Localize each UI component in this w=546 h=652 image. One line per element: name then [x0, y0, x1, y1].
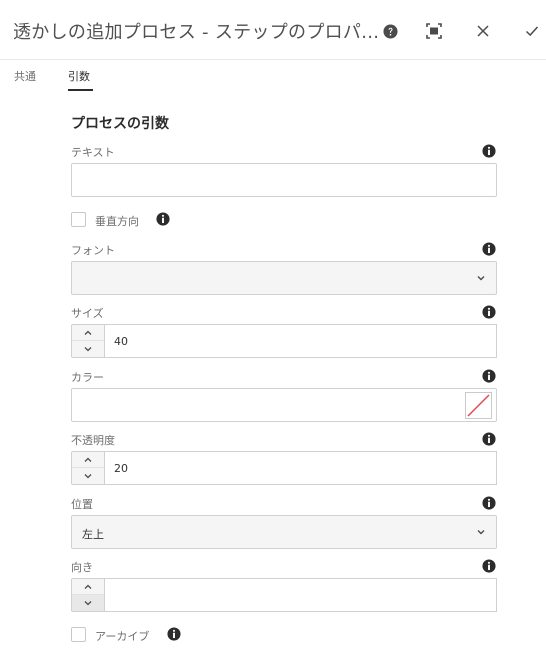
active-tab-indicator — [68, 89, 93, 91]
text-label: テキスト — [71, 146, 115, 159]
chevron-up-icon — [84, 330, 92, 335]
chevron-down-icon — [84, 474, 92, 479]
info-icon[interactable] — [482, 242, 496, 256]
tab-common[interactable]: 共通 — [14, 68, 36, 84]
info-icon[interactable] — [482, 369, 496, 383]
orientation-stepper — [71, 578, 104, 612]
opacity-label: 不透明度 — [71, 434, 115, 447]
chevron-down-icon — [84, 601, 92, 606]
font-select[interactable] — [71, 261, 497, 295]
info-icon[interactable] — [156, 212, 170, 226]
orientation-label: 向き — [71, 561, 93, 574]
chevron-down-icon — [84, 347, 92, 352]
chevron-up-icon — [84, 457, 92, 462]
font-label: フォント — [71, 244, 115, 257]
position-label: 位置 — [71, 498, 93, 511]
close-icon — [477, 25, 489, 37]
archive-label: アーカイブ — [95, 630, 150, 643]
opacity-stepper — [71, 451, 104, 485]
orientation-number-field — [71, 578, 497, 612]
help-button[interactable] — [379, 20, 401, 42]
dialog-header: 透かしの追加プロセス - ステップのプロパ... — [0, 0, 546, 60]
orientation-increment-button[interactable] — [72, 579, 104, 595]
fullscreen-icon — [426, 23, 442, 39]
color-swatch-button[interactable] — [465, 392, 492, 419]
text-input[interactable] — [71, 163, 497, 197]
chevron-down-icon — [477, 530, 485, 535]
opacity-number-field: 20 — [71, 451, 497, 485]
orientation-decrement-button[interactable] — [72, 595, 104, 611]
tab-arguments[interactable]: 引数 — [68, 68, 90, 84]
help-icon — [382, 23, 398, 39]
dialog-title: 透かしの追加プロセス - ステップのプロパ... — [13, 22, 380, 43]
info-icon[interactable] — [482, 496, 496, 510]
chevron-up-icon — [84, 584, 92, 589]
orientation-input[interactable] — [104, 578, 497, 612]
size-input[interactable]: 40 — [104, 324, 497, 358]
opacity-increment-button[interactable] — [72, 452, 104, 468]
done-button[interactable] — [521, 20, 543, 42]
info-icon[interactable] — [482, 305, 496, 319]
fullscreen-button[interactable] — [423, 20, 445, 42]
archive-checkbox[interactable] — [71, 627, 86, 642]
info-icon[interactable] — [482, 432, 496, 446]
vertical-label: 垂直方向 — [95, 215, 139, 228]
position-select-value: 左上 — [82, 528, 104, 541]
opacity-decrement-button[interactable] — [72, 468, 104, 484]
size-decrement-button[interactable] — [72, 341, 104, 357]
info-icon[interactable] — [482, 559, 496, 573]
info-icon[interactable] — [482, 144, 496, 158]
color-label: カラー — [71, 371, 104, 384]
done-icon — [525, 26, 539, 37]
size-number-field: 40 — [71, 324, 497, 358]
info-icon[interactable] — [167, 627, 181, 641]
vertical-checkbox[interactable] — [71, 212, 86, 227]
size-increment-button[interactable] — [72, 325, 104, 341]
opacity-input[interactable]: 20 — [104, 451, 497, 485]
no-color-icon — [467, 394, 490, 417]
close-button[interactable] — [472, 20, 494, 42]
size-label: サイズ — [71, 307, 104, 320]
position-select[interactable]: 左上 — [71, 515, 497, 549]
chevron-down-icon — [477, 276, 485, 281]
size-stepper — [71, 324, 104, 358]
color-field — [71, 388, 497, 422]
section-title: プロセスの引数 — [71, 116, 169, 132]
